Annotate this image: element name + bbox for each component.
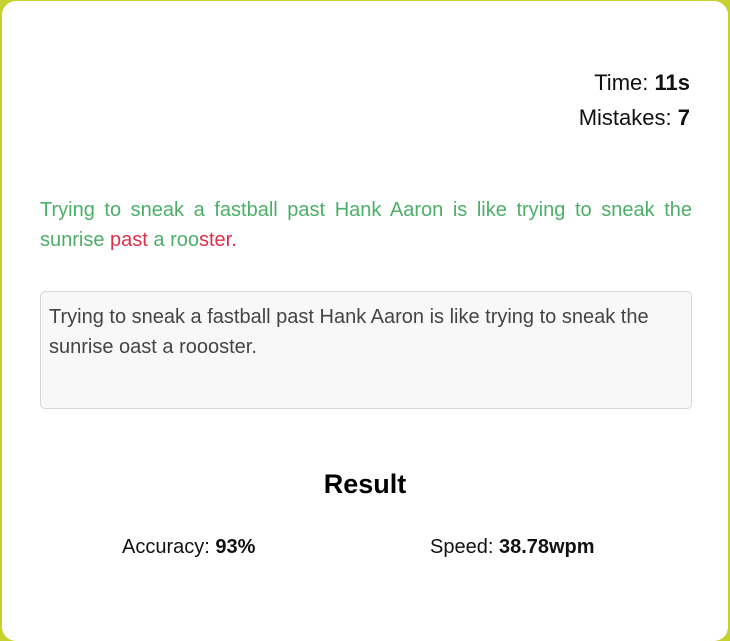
typing-input[interactable]: Trying to sneak a fastball past Hank Aar… — [40, 291, 692, 409]
quote-segment-correct: a roo — [147, 229, 199, 251]
time-value: 11s — [654, 70, 691, 95]
typing-test-card: Time: 11s Mistakes: 7 Trying to sneak a … — [2, 1, 728, 641]
quote-text: Trying to sneak a fastball past Hank Aar… — [40, 195, 692, 255]
accuracy-value: 93% — [215, 536, 256, 558]
time-label: Time: — [594, 70, 649, 95]
accuracy-metric: Accuracy: 93% — [122, 536, 255, 559]
time-stat: Time: 11s — [579, 65, 690, 100]
stats-panel: Time: 11s Mistakes: 7 — [579, 65, 690, 135]
quote-segment-incorrect: ster. — [199, 229, 237, 251]
mistakes-stat: Mistakes: 7 — [579, 100, 690, 135]
mistakes-value: 7 — [677, 105, 690, 130]
speed-label: Speed: — [430, 536, 494, 558]
typing-input-value: Trying to sneak a fastball past Hank Aar… — [49, 306, 649, 358]
result-title: Result — [323, 469, 407, 499]
speed-value: 38.78wpm — [498, 536, 595, 558]
quote-segment-incorrect: past — [110, 229, 148, 251]
speed-metric: Speed: 38.78wpm — [430, 536, 595, 559]
mistakes-label: Mistakes: — [578, 105, 672, 130]
accuracy-label: Accuracy: — [122, 536, 210, 558]
